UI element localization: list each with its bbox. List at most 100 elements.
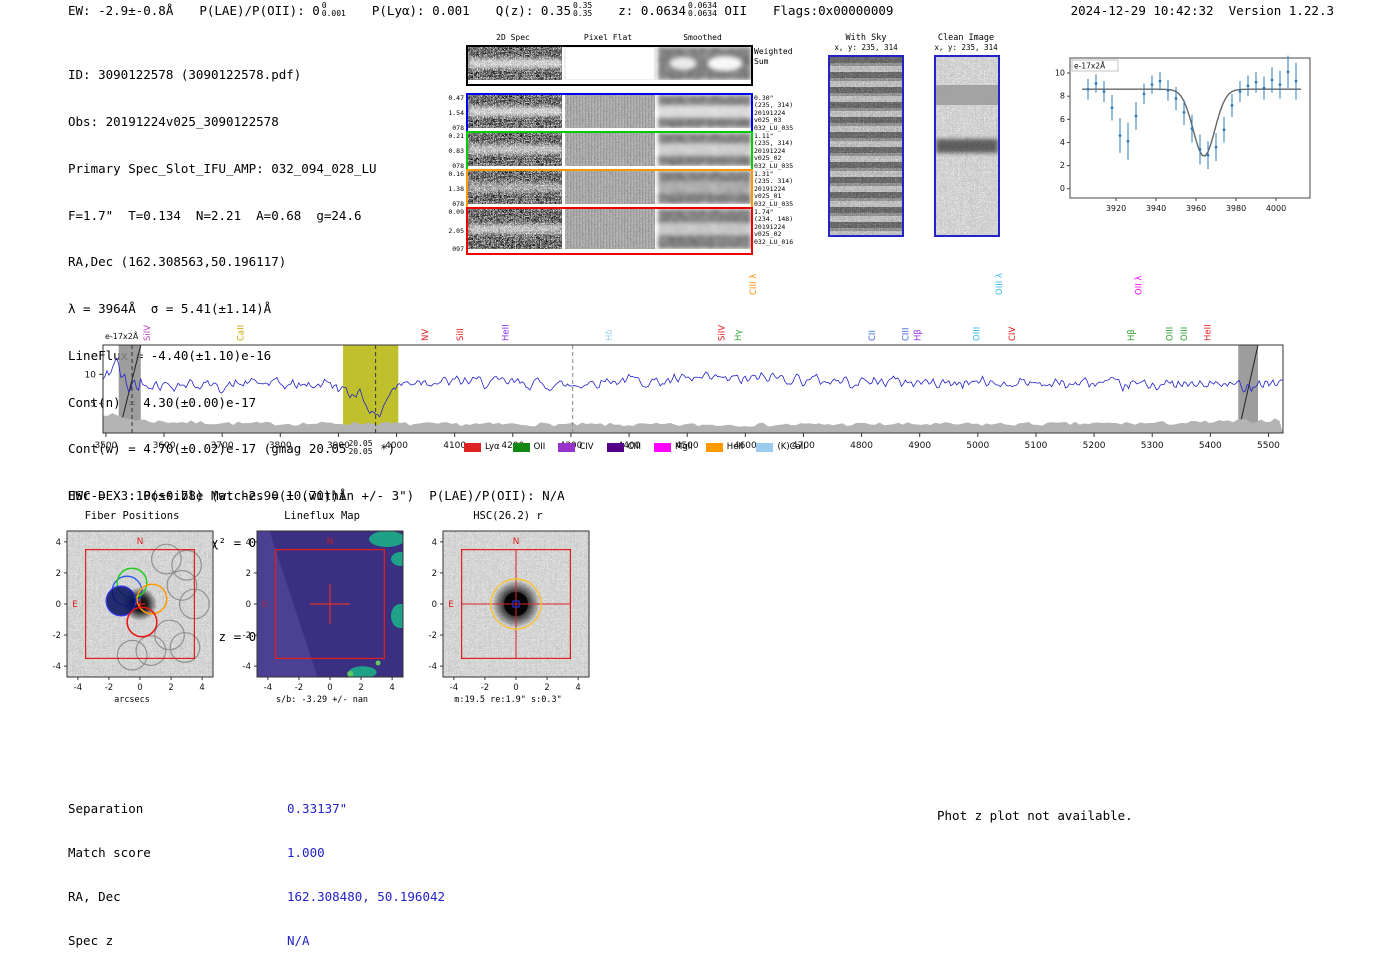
spectrum-ylabel: e-17x2Å [105, 330, 139, 341]
fiber-positions-plot: N E -4-4-2-2002244 [39, 527, 225, 695]
qz-ci-stack: 0.350.35 [573, 2, 592, 17]
svg-text:4000: 4000 [385, 441, 408, 451]
match-table: Separation0.33137" Match score1.000 RA, … [68, 773, 445, 953]
cutout-row-caption: 0.30"(235, 314)20191224v025_03032_LU_035 [754, 95, 793, 132]
legend-swatch [706, 443, 723, 452]
svg-text:5500: 5500 [1257, 441, 1280, 451]
cutout-row-caption: 1.11"(235, 314)20191224v025_02032_LU_035 [754, 133, 793, 170]
col-title-2dspec: 2D Spec [466, 33, 560, 42]
spec-cutout-stack: WeightedSum0.471.540780.30"(235, 314)201… [466, 45, 753, 255]
info-primary: Primary Spec_Slot_IFU_AMP: 032_094_028_L… [68, 161, 395, 177]
legend-item: CIII [607, 442, 641, 452]
svg-text:3700: 3700 [211, 441, 234, 451]
legend-item: (K)CaII [756, 442, 805, 452]
svg-text:3920: 3920 [1106, 204, 1126, 213]
svg-text:5: 5 [90, 400, 96, 410]
info-id: ID: 3090122578 (3090122578.pdf) [68, 67, 395, 83]
svg-text:3940: 3940 [1146, 204, 1166, 213]
col-title-smoothed: Smoothed [656, 33, 749, 42]
cutout-row-caption: 1.74"(234. 148)20191224v025_02032_LU_016 [754, 209, 793, 246]
elixer-detection-report: EW: -2.9±-0.8Å P(LAE)/P(OII): 000.001 P(… [0, 0, 1400, 953]
match-row-specz: Spec zN/A [68, 934, 445, 949]
svg-text:2: 2 [358, 683, 363, 693]
svg-text:0: 0 [246, 600, 251, 610]
svg-text:5400: 5400 [1199, 441, 1222, 451]
lineflux-map-panel: Lineflux Map N E -4-4-2-2002244 s/b: -3.… [229, 510, 415, 720]
emission-line-label: OIII [973, 327, 983, 341]
north-label: N [513, 537, 520, 547]
emission-line-label: Hβ [1127, 329, 1137, 341]
cutout-row-values: 0.471.54078 [439, 95, 464, 132]
emission-line-label: OII λ [1135, 276, 1145, 295]
match-row-score: Match score1.000 [68, 846, 445, 861]
cutout-row: 0.471.540780.30"(235, 314)20191224v025_0… [466, 93, 753, 134]
fit-ylabel: e-17x2Å [1074, 62, 1106, 71]
hsc-image-plot: N E -4-4-2-2002244 [415, 527, 601, 695]
emission-line-label: CaII [237, 325, 247, 341]
clean-title: Clean Image [930, 33, 1002, 43]
north-label: N [327, 537, 334, 547]
svg-text:-2: -2 [481, 683, 489, 693]
emission-line-label: HeII [1203, 324, 1213, 341]
cutout-row: 0.210.830781.11"(235, 314)20191224v025_0… [466, 131, 753, 172]
svg-text:3600: 3600 [153, 441, 176, 451]
svg-text:4900: 4900 [908, 441, 931, 451]
header-qz: Q(z): 0.350.350.35 [496, 3, 593, 18]
svg-text:2: 2 [168, 683, 173, 693]
svg-text:4: 4 [246, 538, 251, 548]
svg-text:4: 4 [56, 538, 61, 548]
svg-text:2: 2 [544, 683, 549, 693]
withsky-coords: x, y: 235, 314 [826, 43, 906, 52]
legend-item: OII [513, 442, 546, 452]
svg-text:-4: -4 [243, 662, 251, 672]
svg-text:-4: -4 [53, 662, 61, 672]
svg-text:4100: 4100 [443, 441, 466, 451]
svg-text:0: 0 [56, 600, 61, 610]
svg-text:2: 2 [1060, 161, 1065, 170]
svg-text:3800: 3800 [269, 441, 292, 451]
emission-line-label: NV [421, 329, 431, 341]
legend-item: MgII [654, 442, 693, 452]
svg-text:5200: 5200 [1083, 441, 1106, 451]
svg-text:0: 0 [1060, 184, 1065, 193]
svg-text:0: 0 [513, 683, 518, 693]
legend-swatch [558, 443, 575, 452]
svg-text:-4: -4 [429, 662, 437, 672]
svg-text:5100: 5100 [1025, 441, 1048, 451]
cutout-row-caption: 1.31"(235. 314)20191224v025_01032_LU_035 [754, 171, 793, 208]
lineflux-map-xlabel: s/b: -3.29 +/- nan [229, 695, 415, 705]
svg-text:-4: -4 [264, 683, 272, 693]
east-label: E [262, 600, 268, 610]
detection-highlight-band [343, 345, 398, 433]
svg-text:3980: 3980 [1226, 204, 1246, 213]
legend-swatch [607, 443, 624, 452]
east-label: E [72, 600, 78, 610]
plae-ci-stack: 00.001 [322, 2, 346, 17]
header-plya: P(Lyα): 0.001 [372, 3, 470, 18]
svg-text:4800: 4800 [850, 441, 873, 451]
cutout-row-values: 0.210.83078 [439, 133, 464, 170]
emission-line-label: CII [868, 330, 878, 341]
fiber-positions-panel: Fiber Positions [39, 510, 225, 720]
line-fit-plot: 392039403960398040000246810e-17x2Å [1040, 46, 1325, 225]
lineflux-map-title: Lineflux Map [229, 510, 415, 522]
match-row-separation: Separation0.33137" [68, 802, 445, 817]
withsky-title: With Sky [826, 33, 906, 43]
svg-text:-4: -4 [74, 683, 82, 693]
svg-text:4: 4 [1060, 138, 1065, 147]
hsc-heading: HSC-DEX : Possible Matches = 1 (within +… [68, 488, 565, 503]
emission-line-label: Hβ [913, 329, 923, 341]
svg-text:-2: -2 [243, 631, 251, 641]
spectrum-legend: LyαOIICIVCIIIMgIIHeII(K)CaII [464, 442, 806, 452]
emission-line-label: SiIV [717, 325, 727, 341]
svg-text:4: 4 [575, 683, 580, 693]
noise-floor [103, 413, 1283, 433]
svg-text:3500: 3500 [94, 441, 117, 451]
cutout-row-caption: WeightedSum [754, 47, 793, 66]
svg-text:-2: -2 [53, 631, 61, 641]
svg-text:-2: -2 [105, 683, 113, 693]
emission-line-label: OIII [1180, 327, 1190, 341]
svg-text:0: 0 [137, 683, 142, 693]
east-label: E [448, 600, 454, 610]
emission-line-label: SiII [456, 328, 466, 341]
